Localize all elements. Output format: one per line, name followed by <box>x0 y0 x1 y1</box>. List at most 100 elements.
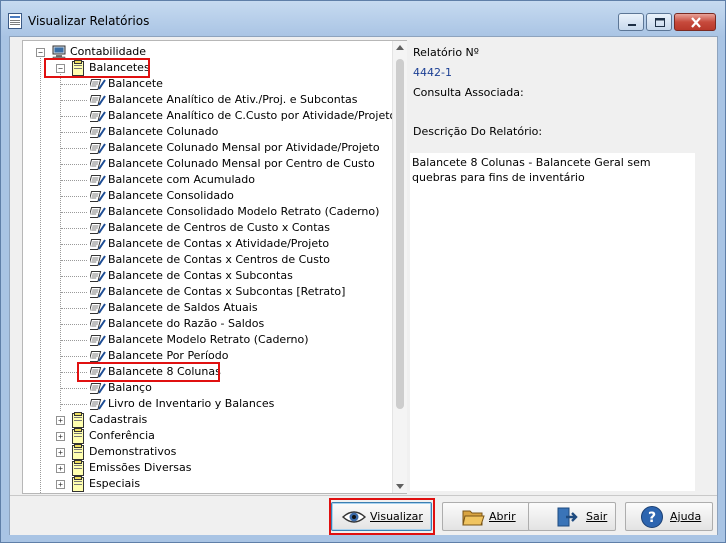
report-pencil-icon <box>90 383 106 394</box>
tree-node-group-label: Conferência <box>89 429 155 442</box>
tree-vertical-scrollbar[interactable] <box>392 41 407 493</box>
tree-node-report[interactable]: Balancete de Contas x Centros de Custo <box>23 252 383 268</box>
clipboard-folder-icon <box>72 412 84 428</box>
tree-node-group[interactable]: + Especiais <box>23 476 383 492</box>
tree-node-report-label: Livro de Inventario y Balances <box>108 397 275 410</box>
tree-node-report-label: Balancete de Contas x Subcontas <box>108 269 293 282</box>
report-description-label: Descrição Do Relatório: <box>413 125 543 138</box>
ajuda-button-label: Ajuda <box>670 510 702 523</box>
abrir-button-label: Abrir <box>489 510 516 523</box>
tree-node-report-label: Balancete do Razão - Saldos <box>108 317 265 330</box>
report-pencil-icon <box>90 95 106 106</box>
tree-node-group-label: Especiais <box>89 477 141 490</box>
minimize-button[interactable] <box>618 13 644 31</box>
tree-node-group[interactable]: + Demonstrativos <box>23 444 383 460</box>
scrollbar-thumb[interactable] <box>396 59 404 409</box>
svg-text:?: ? <box>648 510 656 526</box>
balancetes-highlight-box <box>44 58 150 78</box>
close-button[interactable] <box>674 13 716 31</box>
report-pencil-icon <box>90 255 106 266</box>
report-detail-panel: Relatório Nº 4442-1 Consulta Associada: … <box>407 40 714 494</box>
report-pencil-icon <box>90 399 106 410</box>
report-pencil-icon <box>90 319 106 330</box>
minimize-icon <box>628 24 636 26</box>
report-pencil-icon <box>90 287 106 298</box>
tree-node-group[interactable]: + Conferência <box>23 428 383 444</box>
tree-node-report[interactable]: Livro de Inventario y Balances <box>23 396 383 412</box>
report-number-value: 4442-1 <box>413 66 452 79</box>
title-bar[interactable]: Visualizar Relatórios <box>1 1 725 37</box>
tree-node-report-label: Balancete Consolidado <box>108 189 234 202</box>
tree-node-report[interactable]: Balancete de Contas x Subcontas [Retrato… <box>23 284 383 300</box>
tree-node-group-label: Demonstrativos <box>89 445 177 458</box>
report-window-icon <box>8 13 22 29</box>
tree-node-report-label: Balancete de Contas x Atividade/Projeto <box>108 237 330 250</box>
sair-button-label: Sair <box>586 510 608 523</box>
tree-node-group[interactable]: + Emissões Diversas <box>23 460 383 476</box>
expand-icon[interactable]: + <box>56 480 65 489</box>
report-pencil-icon <box>90 335 106 346</box>
tree-node-report[interactable]: Balancete Analítico de C.Custo por Ativi… <box>23 108 396 124</box>
report-description-text[interactable]: Balancete 8 Colunas - Balancete Geral se… <box>410 153 695 491</box>
tree-node-report[interactable]: Balancete Modelo Retrato (Caderno) <box>23 332 383 348</box>
scroll-up-icon[interactable] <box>396 45 404 50</box>
expand-icon[interactable]: + <box>56 432 65 441</box>
report-pencil-icon <box>90 159 106 170</box>
report-tree-content: − Contabilidade − Balancetes Balancete B… <box>23 41 396 493</box>
visualizar-relatorios-window: Visualizar Relatórios − Contabilidade − … <box>0 0 726 543</box>
tree-node-group-label: Cadastrais <box>89 413 148 426</box>
tree-node-report-label: Balanço <box>108 381 152 394</box>
collapse-icon[interactable]: − <box>36 48 45 57</box>
tree-node-report[interactable]: Balancete de Contas x Subcontas <box>23 268 383 284</box>
tree-node-report[interactable]: Balancete de Contas x Atividade/Projeto <box>23 236 383 252</box>
tree-node-report[interactable]: Balancete <box>23 76 383 92</box>
report-pencil-icon <box>90 271 106 282</box>
maximize-button[interactable] <box>646 13 672 31</box>
report-pencil-icon <box>90 175 106 186</box>
selected-report-highlight-box <box>77 362 220 382</box>
sair-button[interactable]: Sair <box>528 502 616 531</box>
help-icon: ? <box>641 506 663 528</box>
abrir-button[interactable]: Abrir <box>442 502 530 531</box>
tree-node-report[interactable]: Balanço <box>23 380 383 396</box>
clipboard-folder-icon <box>72 428 84 444</box>
tree-node-report-label: Balancete Colunado Mensal por Atividade/… <box>108 141 380 154</box>
tree-node-report[interactable]: Balancete Colunado Mensal por Centro de … <box>23 156 383 172</box>
tree-node-report-label: Balancete de Centros de Custo x Contas <box>108 221 331 234</box>
report-number-label: Relatório Nº <box>413 46 479 59</box>
tree-node-report[interactable]: Balancete do Razão - Saldos <box>23 316 383 332</box>
tree-node-report-label: Balancete de Contas x Centros de Custo <box>108 253 331 266</box>
tree-node-report[interactable]: Balancete Consolidado Modelo Retrato (Ca… <box>23 204 383 220</box>
expand-icon[interactable]: + <box>56 416 65 425</box>
tree-node-report-label: Balancete Modelo Retrato (Caderno) <box>108 333 309 346</box>
tree-node-report[interactable]: Balancete Colunado Mensal por Atividade/… <box>23 140 383 156</box>
associated-query-label: Consulta Associada: <box>413 86 524 99</box>
report-pencil-icon <box>90 303 106 314</box>
expand-icon[interactable]: + <box>56 464 65 473</box>
tree-node-report[interactable]: Balancete de Centros de Custo x Contas <box>23 220 383 236</box>
tree-node-report-label: Balancete Consolidado Modelo Retrato (Ca… <box>108 205 380 218</box>
dialog-client-area: − Contabilidade − Balancetes Balancete B… <box>9 36 718 535</box>
scroll-down-icon[interactable] <box>396 484 404 489</box>
tree-node-group-label: Emissões Diversas <box>89 461 192 474</box>
tree-node-report-label: Balancete Colunado Mensal por Centro de … <box>108 157 375 170</box>
tree-node-report[interactable]: Balancete com Acumulado <box>23 172 383 188</box>
exit-door-icon <box>557 507 578 527</box>
tree-node-report[interactable]: Balancete Colunado <box>23 124 383 140</box>
report-pencil-icon <box>90 143 106 154</box>
expand-icon[interactable]: + <box>56 448 65 457</box>
tree-node-report-label: Balancete Analítico de C.Custo por Ativi… <box>108 109 397 122</box>
clipboard-folder-icon <box>72 460 84 476</box>
report-pencil-icon <box>90 239 106 250</box>
tree-node-report[interactable]: Balancete Analítico de Ativ./Proj. e Sub… <box>23 92 383 108</box>
tree-node-report-label: Balancete <box>108 77 163 90</box>
report-pencil-icon <box>90 127 106 138</box>
report-tree[interactable]: − Contabilidade − Balancetes Balancete B… <box>22 40 408 494</box>
report-pencil-icon <box>90 207 106 218</box>
ajuda-button[interactable]: ? Ajuda <box>625 502 713 531</box>
tree-node-report[interactable]: Balancete Consolidado <box>23 188 383 204</box>
close-icon <box>691 17 701 28</box>
tree-node-report-label: Balancete com Acumulado <box>108 173 255 186</box>
tree-node-report[interactable]: Balancete de Saldos Atuais <box>23 300 383 316</box>
tree-node-group[interactable]: + Cadastrais <box>23 412 383 428</box>
